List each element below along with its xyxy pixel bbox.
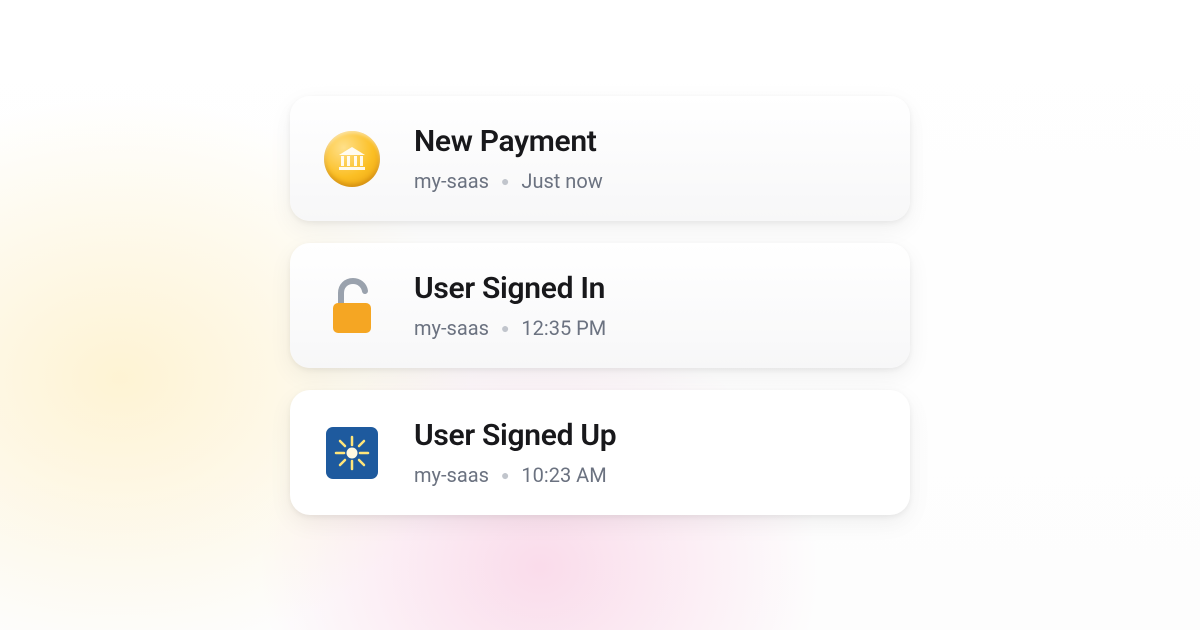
unlocked-icon bbox=[320, 274, 384, 338]
notification-meta: my-saas ● 12:35 PM bbox=[414, 316, 606, 340]
notification-body: New Payment my-saas ● Just now bbox=[414, 124, 603, 193]
separator-dot: ● bbox=[501, 467, 509, 484]
separator-dot: ● bbox=[501, 320, 509, 337]
notification-body: User Signed In my-saas ● 12:35 PM bbox=[414, 271, 606, 340]
separator-dot: ● bbox=[501, 173, 509, 190]
notification-time: 10:23 AM bbox=[521, 463, 606, 487]
notification-card[interactable]: User Signed Up my-saas ● 10:23 AM bbox=[290, 390, 910, 515]
notification-source: my-saas bbox=[414, 316, 489, 340]
notification-card[interactable]: New Payment my-saas ● Just now bbox=[290, 96, 910, 221]
notification-body: User Signed Up my-saas ● 10:23 AM bbox=[414, 418, 616, 487]
sparkle-badge-icon bbox=[320, 421, 384, 485]
notification-source: my-saas bbox=[414, 463, 489, 487]
notification-title: User Signed In bbox=[414, 271, 606, 306]
notification-feed: New Payment my-saas ● Just now User Sign… bbox=[0, 0, 1200, 515]
notification-meta: my-saas ● Just now bbox=[414, 169, 603, 193]
coin-bank-icon bbox=[320, 127, 384, 191]
notification-meta: my-saas ● 10:23 AM bbox=[414, 463, 616, 487]
notification-source: my-saas bbox=[414, 169, 489, 193]
notification-title: New Payment bbox=[414, 124, 603, 159]
notification-time: 12:35 PM bbox=[521, 316, 606, 340]
notification-card[interactable]: User Signed In my-saas ● 12:35 PM bbox=[290, 243, 910, 368]
notification-time: Just now bbox=[521, 169, 602, 193]
notification-title: User Signed Up bbox=[414, 418, 616, 453]
